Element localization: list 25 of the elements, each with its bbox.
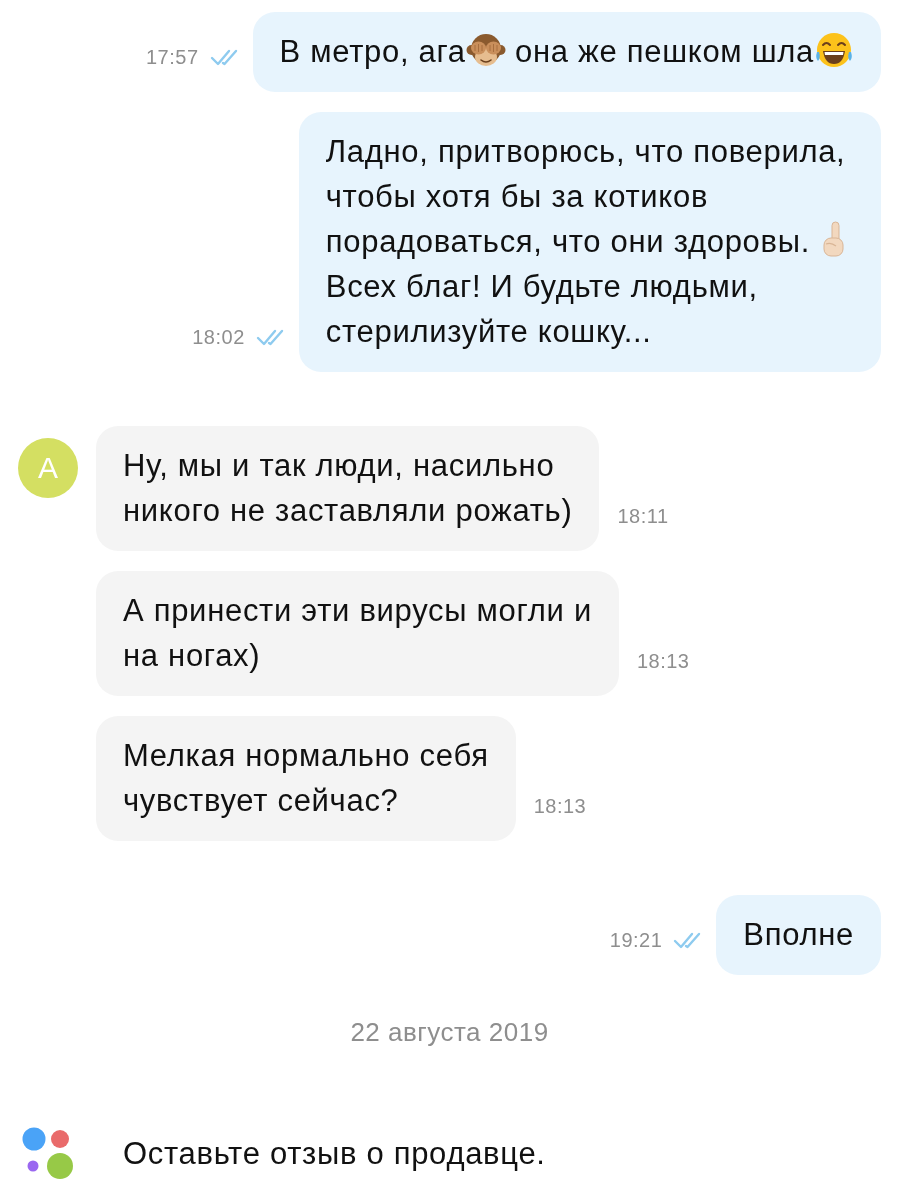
message-time: 18:11 xyxy=(617,505,669,527)
message-text: порадоваться, что они здоровы. xyxy=(325,224,810,259)
message-text: чтобы хотя бы за котиков xyxy=(325,179,709,214)
message-text: она же пешком шла xyxy=(514,34,814,69)
message-time: 17:57 xyxy=(146,46,199,68)
avatar[interactable]: А xyxy=(18,438,78,498)
message-text: стерилизуйте кошку... xyxy=(325,314,652,349)
message-text: Всех благ! И будьте людьми, xyxy=(325,269,758,304)
message-text: Мелкая нормально себя xyxy=(123,738,489,773)
message-text: Ладно, притворюсь, что поверила, xyxy=(325,134,846,169)
date-separator: 22 августа 2019 xyxy=(350,1017,549,1047)
message-time: 19:21 xyxy=(609,929,663,951)
message-text: В метро, ага xyxy=(279,34,466,69)
message-text: никого не заставляли рожать) xyxy=(123,493,573,528)
notice-text: Оставьте отзыв о продавце. xyxy=(123,1134,546,1173)
message-time: 18:13 xyxy=(636,650,690,672)
message-text: Вполне xyxy=(743,917,854,952)
message-text: Ну, мы и так люди, насильно xyxy=(123,448,555,483)
message-text: А принести эти вирусы могли и xyxy=(123,593,592,628)
message-text: на ногах) xyxy=(123,638,261,673)
colored-dots-logo-icon xyxy=(22,1127,74,1180)
message-time: 18:02 xyxy=(192,326,245,348)
message-text: чувствует сейчас? xyxy=(123,783,399,818)
laughing-face-icon xyxy=(814,30,854,70)
message-time: 18:13 xyxy=(533,795,587,817)
